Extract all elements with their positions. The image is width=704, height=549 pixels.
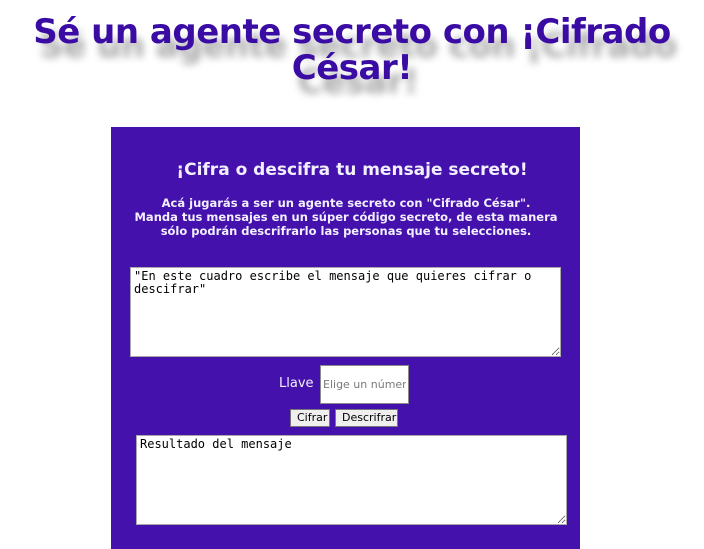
intro-line-1: Acá jugarás a ser un agente secreto con … (161, 196, 531, 210)
page-title: Sé un agente secreto con ¡Cifrado César! (33, 12, 671, 88)
key-label: Llave (279, 376, 314, 391)
key-input[interactable] (320, 365, 409, 404)
decipher-button[interactable]: Descrifrar (335, 409, 398, 427)
cipher-button[interactable]: Cifrar (290, 409, 330, 427)
result-output[interactable]: Resultado del mensaje (136, 435, 567, 525)
intro-line-2: Manda tus mensajes en un súper código se… (134, 210, 558, 238)
message-input[interactable]: "En este cuadro escribe el mensaje que q… (130, 267, 561, 357)
intro-text: Acá jugarás a ser un agente secreto con … (125, 196, 567, 238)
panel-heading: ¡Cifra o descifra tu mensaje secreto! (176, 160, 528, 180)
